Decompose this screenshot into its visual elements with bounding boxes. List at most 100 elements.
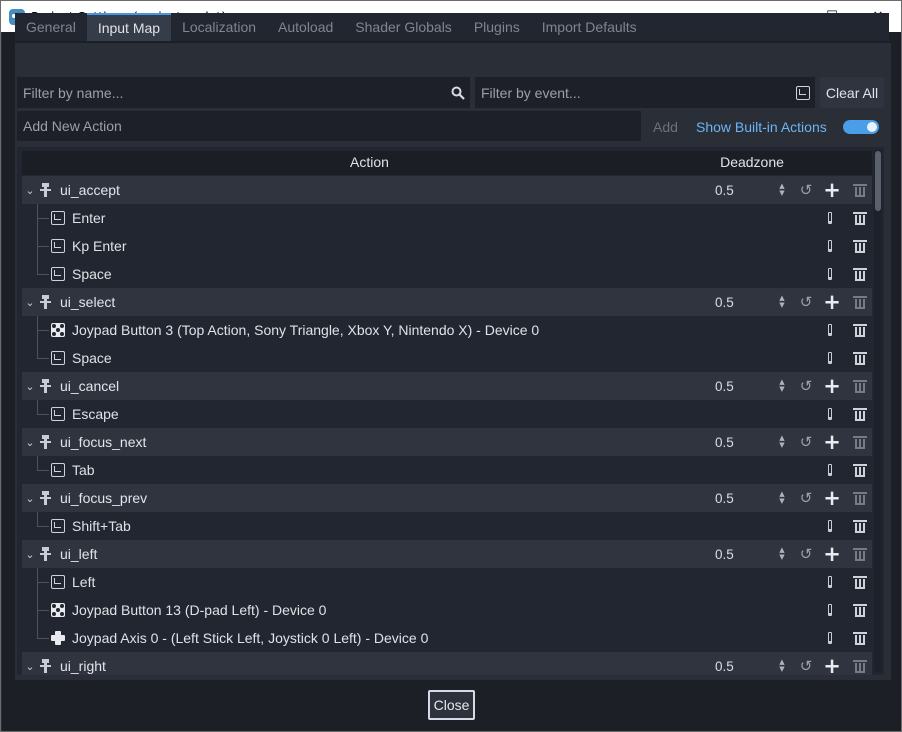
add-event-icon[interactable]: +	[823, 376, 841, 397]
action-row[interactable]: ⌄ ui_focus_next 0.5 ▲ ▼ ↺ +	[22, 428, 872, 456]
show-builtin-actions-label[interactable]: Show Built-in Actions	[696, 119, 827, 135]
event-row[interactable]: Left	[22, 568, 872, 596]
event-row[interactable]: Space	[22, 260, 872, 288]
edit-event-icon[interactable]	[828, 352, 832, 364]
show-builtin-actions-toggle[interactable]	[843, 120, 879, 134]
deadzone-value[interactable]: 0.5	[715, 183, 734, 198]
event-row[interactable]: Kp Enter	[22, 232, 872, 260]
revert-icon[interactable]: ↺	[797, 433, 815, 451]
action-row[interactable]: ⌄ ui_left 0.5 ▲ ▼ ↺ +	[22, 540, 872, 568]
clear-all-button[interactable]: Clear All	[820, 77, 884, 108]
keyboard-event-icon[interactable]	[791, 77, 815, 108]
deadzone-spinner-icon[interactable]: ▲ ▼	[778, 659, 786, 673]
remove-action-icon[interactable]	[851, 489, 869, 507]
remove-event-icon[interactable]	[851, 601, 869, 619]
remove-event-icon[interactable]	[851, 573, 869, 591]
edit-event-icon[interactable]	[828, 520, 832, 532]
deadzone-value[interactable]: 0.5	[715, 659, 734, 674]
collapse-chevron-icon[interactable]: ⌄	[25, 436, 35, 449]
remove-event-icon[interactable]	[851, 461, 869, 479]
tab-input-map[interactable]: Input Map	[86, 13, 172, 41]
tab-plugins[interactable]: Plugins	[463, 13, 531, 41]
edit-event-icon[interactable]	[828, 268, 832, 280]
collapse-chevron-icon[interactable]: ⌄	[25, 548, 35, 561]
remove-event-icon[interactable]	[851, 629, 869, 647]
deadzone-spinner-icon[interactable]: ▲ ▼	[778, 295, 786, 309]
remove-event-icon[interactable]	[851, 237, 869, 255]
collapse-chevron-icon[interactable]: ⌄	[25, 296, 35, 309]
tab-localization[interactable]: Localization	[171, 13, 267, 41]
add-event-icon[interactable]: +	[823, 292, 841, 313]
event-row[interactable]: Joypad Axis 0 - (Left Stick Left, Joysti…	[22, 624, 872, 652]
event-row[interactable]: Space	[22, 344, 872, 372]
remove-event-icon[interactable]	[851, 265, 869, 283]
edit-event-icon[interactable]	[828, 408, 832, 420]
event-row[interactable]: Shift+Tab	[22, 512, 872, 540]
event-row[interactable]: Enter	[22, 204, 872, 232]
remove-event-icon[interactable]	[851, 517, 869, 535]
collapse-chevron-icon[interactable]: ⌄	[25, 492, 35, 505]
edit-event-icon[interactable]	[828, 632, 832, 644]
remove-event-icon[interactable]	[851, 405, 869, 423]
remove-event-icon[interactable]	[851, 209, 869, 227]
collapse-chevron-icon[interactable]: ⌄	[25, 380, 35, 393]
remove-event-icon[interactable]	[851, 349, 869, 367]
remove-event-icon[interactable]	[851, 321, 869, 339]
collapse-chevron-icon[interactable]: ⌄	[25, 184, 35, 197]
deadzone-value[interactable]: 0.5	[715, 435, 734, 450]
tab-shader-globals[interactable]: Shader Globals	[344, 13, 463, 41]
add-event-icon[interactable]: +	[823, 488, 841, 509]
remove-action-icon[interactable]	[851, 377, 869, 395]
revert-icon[interactable]: ↺	[797, 657, 815, 675]
deadzone-value[interactable]: 0.5	[715, 379, 734, 394]
deadzone-spinner-icon[interactable]: ▲ ▼	[778, 547, 786, 561]
add-event-icon[interactable]: +	[823, 656, 841, 676]
edit-event-icon[interactable]	[828, 212, 832, 224]
event-row[interactable]: Escape	[22, 400, 872, 428]
deadzone-value[interactable]: 0.5	[715, 295, 734, 310]
remove-action-icon[interactable]	[851, 181, 869, 199]
action-row[interactable]: ⌄ ui_cancel 0.5 ▲ ▼ ↺ +	[22, 372, 872, 400]
remove-action-icon[interactable]	[851, 293, 869, 311]
action-row[interactable]: ⌄ ui_focus_prev 0.5 ▲ ▼ ↺ +	[22, 484, 872, 512]
filter-by-name-input[interactable]	[17, 84, 446, 101]
revert-icon[interactable]: ↺	[797, 377, 815, 395]
vertical-scrollbar[interactable]	[874, 149, 882, 673]
revert-icon[interactable]: ↺	[797, 181, 815, 199]
add-event-icon[interactable]: +	[823, 544, 841, 565]
edit-event-icon[interactable]	[828, 324, 832, 336]
deadzone-spinner-icon[interactable]: ▲ ▼	[778, 435, 786, 449]
event-row[interactable]: Joypad Button 13 (D-pad Left) - Device 0	[22, 596, 872, 624]
revert-icon[interactable]: ↺	[797, 293, 815, 311]
deadzone-value[interactable]: 0.5	[715, 547, 734, 562]
edit-event-icon[interactable]	[828, 604, 832, 616]
collapse-chevron-icon[interactable]: ⌄	[25, 660, 35, 673]
deadzone-spinner-icon[interactable]: ▲ ▼	[778, 491, 786, 505]
tab-autoload[interactable]: Autoload	[267, 13, 344, 41]
filter-by-event-input[interactable]	[475, 84, 791, 101]
edit-event-icon[interactable]	[828, 464, 832, 476]
deadzone-spinner-icon[interactable]: ▲ ▼	[778, 379, 786, 393]
close-button[interactable]: Close	[428, 690, 475, 720]
remove-action-icon[interactable]	[851, 657, 869, 675]
deadzone-spinner-icon[interactable]: ▲ ▼	[778, 183, 786, 197]
action-row[interactable]: ⌄ ui_select 0.5 ▲ ▼ ↺ +	[22, 288, 872, 316]
scrollbar-thumb[interactable]	[875, 151, 881, 211]
event-row[interactable]: Tab	[22, 456, 872, 484]
event-row[interactable]: Joypad Button 3 (Top Action, Sony Triang…	[22, 316, 872, 344]
edit-event-icon[interactable]	[828, 576, 832, 588]
tab-general[interactable]: General	[15, 13, 87, 41]
remove-action-icon[interactable]	[851, 545, 869, 563]
deadzone-value[interactable]: 0.5	[715, 491, 734, 506]
revert-icon[interactable]: ↺	[797, 489, 815, 507]
add-event-icon[interactable]: +	[823, 432, 841, 453]
tab-import-defaults[interactable]: Import Defaults	[531, 13, 648, 41]
add-new-action-input[interactable]	[17, 118, 641, 134]
edit-event-icon[interactable]	[828, 240, 832, 252]
add-action-button[interactable]: Add	[653, 119, 678, 135]
action-row[interactable]: ⌄ ui_right 0.5 ▲ ▼ ↺ +	[22, 652, 872, 675]
add-event-icon[interactable]: +	[823, 180, 841, 201]
action-row[interactable]: ⌄ ui_accept 0.5 ▲ ▼ ↺ +	[22, 176, 872, 204]
revert-icon[interactable]: ↺	[797, 545, 815, 563]
remove-action-icon[interactable]	[851, 433, 869, 451]
